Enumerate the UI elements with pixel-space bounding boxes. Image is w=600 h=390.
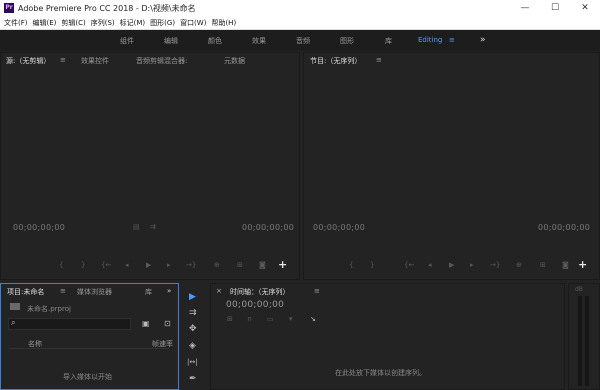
snap-icon[interactable]: ∩ [247, 315, 252, 323]
source-mark-in-icon[interactable]: { [59, 261, 63, 269]
linked-selection-icon[interactable]: ▭ [267, 315, 274, 323]
new-bin-icon[interactable]: ▣ [142, 319, 150, 328]
source-step-forward-icon[interactable]: ▸ [167, 261, 171, 269]
project-panel: 项目:未命名 ≡ 媒体浏览器 库 » 未命名.prproj ▣ ⊡ 名称 帧速率… [0, 283, 179, 390]
workspace-menu-icon[interactable]: ≡ [449, 36, 455, 44]
razor-tool-icon[interactable]: ◈ [189, 341, 196, 351]
source-go-to-out-icon[interactable]: →} [186, 261, 196, 269]
program-extract-icon[interactable]: ⊞ [540, 261, 546, 269]
program-go-to-out-icon[interactable]: →} [490, 261, 500, 269]
program-step-back-icon[interactable]: ◂ [428, 261, 432, 269]
program-play-icon[interactable]: ▶ [449, 261, 454, 269]
tab-audio-clip-mixer[interactable]: 音频剪辑混合器: [136, 56, 187, 66]
track-select-tool-icon[interactable]: ⇉ [189, 308, 197, 318]
workspace-color[interactable]: 颜色 [208, 36, 222, 46]
tab-metadata[interactable]: 元数据 [224, 56, 245, 66]
timeline-menu-icon[interactable]: ≡ [314, 287, 320, 295]
window-title: Adobe Premiere Pro CC 2018 - D:\视频\未命名 [18, 3, 196, 13]
ripple-edit-tool-icon[interactable]: ✥ [189, 324, 197, 334]
source-export-frame-icon[interactable]: ◙ [259, 261, 266, 269]
source-insert-icon[interactable]: ⊕ [214, 261, 220, 269]
audio-meter-label: dB [575, 286, 583, 293]
timeline-timecode[interactable]: 00;00;00;00 [226, 300, 284, 310]
project-menu-icon[interactable]: ≡ [60, 287, 66, 295]
project-file-name: 未命名.prproj [27, 305, 71, 313]
selection-tool-icon[interactable]: ▶ [189, 292, 196, 302]
tab-program[interactable]: 节目:（无序列） [310, 56, 361, 66]
workspace-graphics[interactable]: 图形 [340, 36, 354, 46]
pen-tool-icon[interactable]: ✒ [189, 374, 197, 384]
add-marker-icon[interactable]: ▾ [289, 315, 293, 323]
source-go-to-in-icon[interactable]: {← [101, 261, 111, 269]
workspace-effects[interactable]: 效果 [252, 36, 266, 46]
source-settings-icon[interactable]: ⇉ [150, 223, 156, 231]
menu-clip[interactable]: 剪辑(C) [61, 18, 85, 28]
minimize-button[interactable]: — [510, 0, 540, 16]
program-export-frame-icon[interactable]: ◙ [562, 261, 569, 269]
search-icon: ⌕ [11, 318, 16, 327]
menu-bar: 文件(F) 编辑(E) 剪辑(C) 序列(S) 标记(M) 图形(G) 窗口(W… [0, 16, 600, 30]
menu-edit[interactable]: 编辑(E) [33, 18, 57, 28]
tab-source[interactable]: 源:（无剪辑） [6, 56, 50, 66]
source-timecode-duration: 00;00;00;00 [242, 223, 295, 232]
tab-timeline[interactable]: 时间轴：（无序列） [230, 287, 290, 297]
close-button[interactable]: ✕ [570, 0, 600, 16]
program-menu-icon[interactable]: ≡ [376, 56, 382, 64]
menu-graphics[interactable]: 图形(G) [150, 18, 175, 28]
maximize-button[interactable]: ☐ [540, 0, 570, 16]
tools-panel: ▶ ⇉ ✥ ◈ |↔| ✒ [184, 286, 206, 390]
source-menu-icon[interactable]: ≡ [60, 56, 66, 64]
menu-marker[interactable]: 标记(M) [120, 18, 146, 28]
program-go-to-in-icon[interactable]: {← [404, 261, 414, 269]
timeline-drop-hint[interactable]: 在此处放下媒体以创建序列。 [335, 368, 426, 378]
menu-sequence[interactable]: 序列(S) [91, 18, 115, 28]
source-step-back-icon[interactable]: ◂ [125, 261, 129, 269]
audio-meter-panel: dB [568, 283, 600, 390]
nest-toggle-icon[interactable]: ⊞ [227, 315, 233, 323]
source-play-icon[interactable]: ▶ [146, 261, 151, 269]
program-timecode-duration: 00;00;00;00 [538, 223, 591, 232]
tab-libraries[interactable]: 库 [145, 287, 152, 297]
workspace-libraries[interactable]: 库 [385, 36, 392, 46]
workspace-assembly[interactable]: 组件 [120, 36, 134, 46]
workspace-audio[interactable]: 音频 [296, 36, 310, 46]
source-mark-out-icon[interactable]: } [81, 261, 85, 269]
program-mark-in-icon[interactable]: { [349, 261, 353, 269]
menu-file[interactable]: 文件(F) [4, 18, 28, 28]
tab-media-browser[interactable]: 媒体浏览器 [77, 287, 112, 297]
menu-help[interactable]: 帮助(H) [211, 18, 236, 28]
program-monitor-panel: 节目:（无序列） ≡ 00;00;00;00 00;00;00;00 { } {… [303, 52, 600, 280]
tab-project[interactable]: 项目:未命名 [7, 287, 44, 297]
menu-window[interactable]: 窗口(W) [180, 18, 206, 28]
program-step-forward-icon[interactable]: ▸ [470, 261, 474, 269]
source-timecode-current[interactable]: 00;00;00;00 [13, 223, 65, 232]
program-add-button-icon[interactable]: + [578, 258, 587, 271]
column-divider [9, 348, 169, 349]
folder-icon [10, 303, 20, 310]
project-search-input[interactable]: ⌕ [8, 318, 131, 330]
workspace-edit[interactable]: 编辑 [164, 36, 178, 46]
audio-meter-left [578, 296, 582, 386]
slip-tool-icon[interactable]: |↔| [187, 358, 198, 366]
program-timecode-current[interactable]: 00;00;00;00 [313, 223, 365, 232]
title-bar: Pr Adobe Premiere Pro CC 2018 - D:\视频\未命… [0, 0, 600, 16]
workspace-bar: 组件 编辑 颜色 效果 音频 图形 库 Editing ≡ » [0, 30, 600, 51]
source-overwrite-icon[interactable]: ⊞ [237, 261, 243, 269]
project-more-icon[interactable]: » [167, 287, 171, 295]
import-media-hint[interactable]: 导入媒体以开始 [63, 372, 112, 382]
audio-meter-right [585, 296, 589, 386]
timeline-close-icon[interactable]: × [216, 287, 222, 295]
source-add-button-icon[interactable]: + [278, 258, 287, 271]
program-lift-icon[interactable]: ⊕ [516, 261, 522, 269]
program-mark-out-icon[interactable]: } [370, 261, 374, 269]
premiere-logo-icon: Pr [4, 3, 14, 13]
find-icon[interactable]: ⊡ [164, 319, 171, 328]
workspace-editing[interactable]: Editing [418, 36, 442, 44]
timeline-settings-icon[interactable]: ↘ [310, 315, 316, 323]
timeline-panel: × 时间轴：（无序列） ≡ 00;00;00;00 ⊞ ∩ ▭ ▾ ↘ 在此处放… [210, 283, 565, 390]
source-fit-icon[interactable]: ▤ [133, 223, 140, 231]
tab-effect-controls[interactable]: 效果控件 [81, 56, 109, 66]
source-monitor-panel: 源:（无剪辑） ≡ 效果控件 音频剪辑混合器: 元数据 00;00;00;00 … [0, 52, 300, 280]
workspace-more-icon[interactable]: » [480, 35, 486, 45]
